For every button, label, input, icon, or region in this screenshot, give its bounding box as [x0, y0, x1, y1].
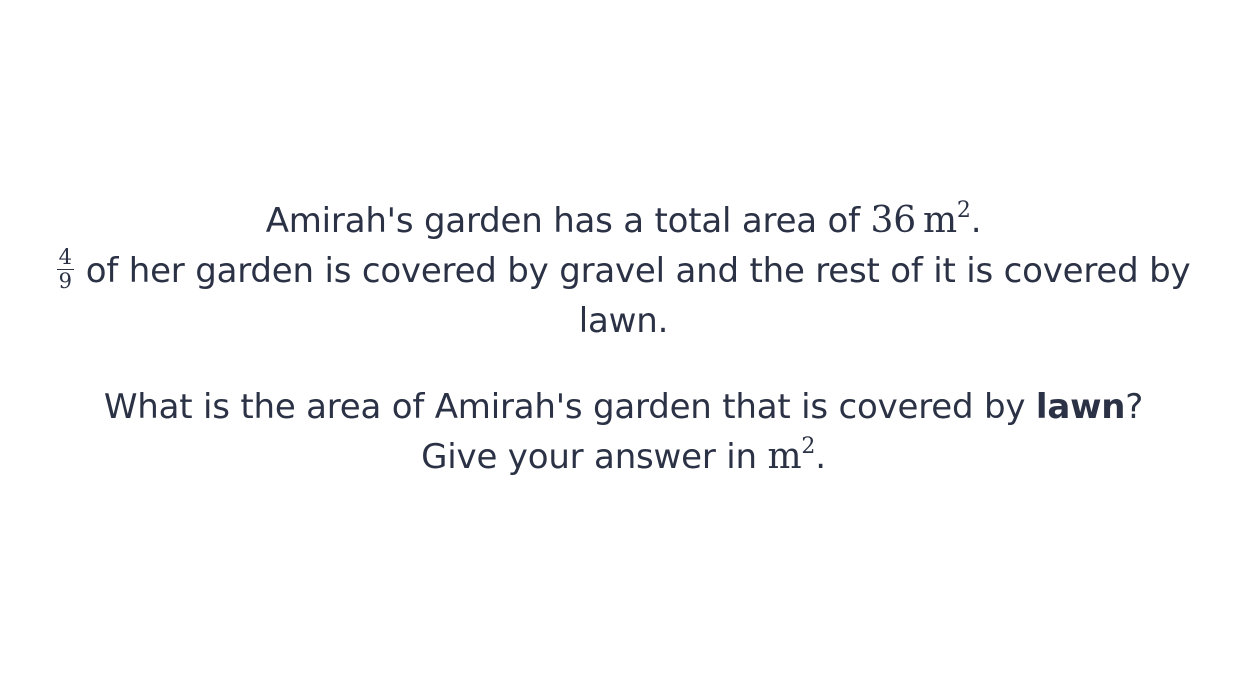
question-line-total-area: Amirah's garden has a total area of 36 m… [0, 196, 1247, 246]
question-line-units: Give your answer in m2. [421, 434, 826, 478]
total-area-value: 36 m [870, 200, 958, 241]
total-area-text: Amirah's garden has a total area of [265, 201, 871, 241]
question-text: Amirah's garden has a total area of 36 m… [0, 196, 1247, 482]
answer-unit: m [767, 436, 802, 477]
question-line-prompt: What is the area of Amirah's garden that… [103, 387, 1144, 427]
gravel-fraction: 49 [56, 245, 74, 293]
question-line-gravel: 4 9 of her garden is covered by gravel and… [0, 246, 1247, 296]
fraction-denominator: 9 [58, 269, 72, 293]
fraction-numerator: 4 [56, 245, 74, 270]
area-exponent: 2 [956, 198, 971, 223]
emphasis-lawn: lawn [1035, 387, 1126, 427]
question-line-lawn: lawn. [578, 301, 669, 341]
answer-unit-exponent: 2 [801, 434, 816, 459]
gravel-text: of her garden is covered by gravel and t… [85, 251, 1191, 291]
line-end: . [970, 201, 982, 241]
